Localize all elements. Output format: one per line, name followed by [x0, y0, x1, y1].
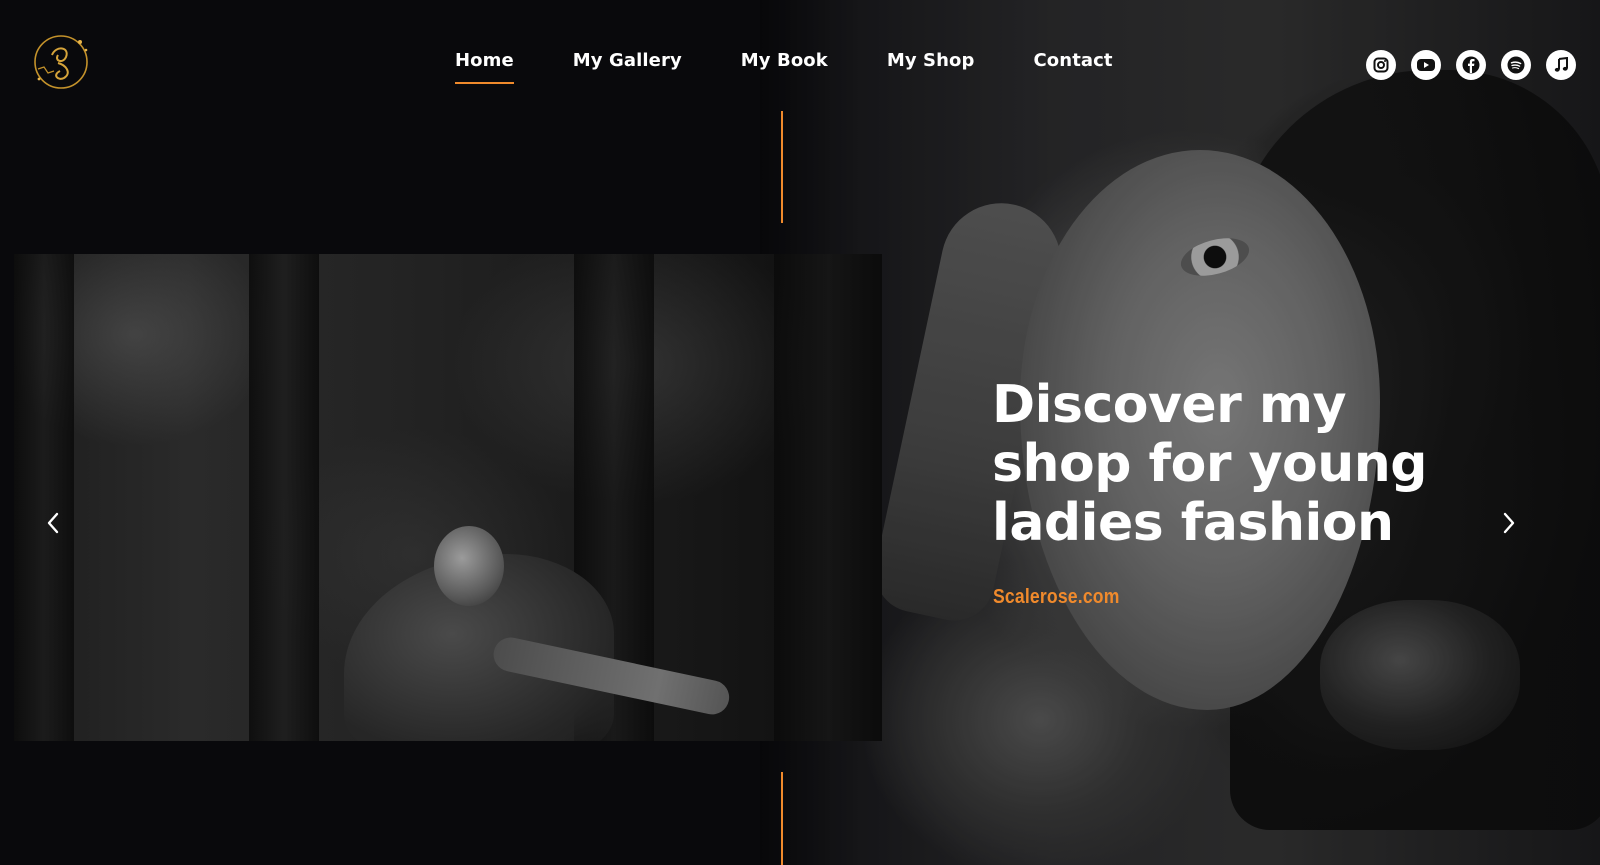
top-divider-line — [781, 111, 783, 223]
nav-my-gallery[interactable]: My Gallery — [573, 50, 682, 71]
nav-my-book[interactable]: My Book — [741, 50, 828, 71]
facebook-icon[interactable] — [1456, 50, 1486, 80]
nav-my-shop[interactable]: My Shop — [887, 50, 975, 71]
hero-headline: Discover my shop for young ladies fashio… — [992, 375, 1428, 553]
youtube-icon[interactable] — [1411, 50, 1441, 80]
slider-next-button[interactable] — [1494, 508, 1524, 538]
slide-image — [14, 254, 882, 741]
bottom-divider-line — [781, 772, 783, 865]
chevron-right-icon — [1503, 512, 1515, 534]
nav-home[interactable]: Home — [455, 50, 514, 84]
site-logo[interactable] — [30, 33, 92, 91]
slider-prev-button[interactable] — [38, 508, 68, 538]
music-note-icon[interactable] — [1546, 50, 1576, 80]
chevron-left-icon — [47, 512, 59, 534]
social-links — [1366, 50, 1576, 80]
spotify-icon[interactable] — [1501, 50, 1531, 80]
hero-site-link[interactable]: Scalerose.com — [993, 586, 1120, 609]
home-page: Home My Gallery My Book My Shop Contact — [0, 0, 1600, 865]
site-header: Home My Gallery My Book My Shop Contact — [0, 0, 1600, 120]
main-nav: Home My Gallery My Book My Shop Contact — [455, 50, 1113, 84]
instagram-icon[interactable] — [1366, 50, 1396, 80]
nav-contact[interactable]: Contact — [1034, 50, 1113, 71]
